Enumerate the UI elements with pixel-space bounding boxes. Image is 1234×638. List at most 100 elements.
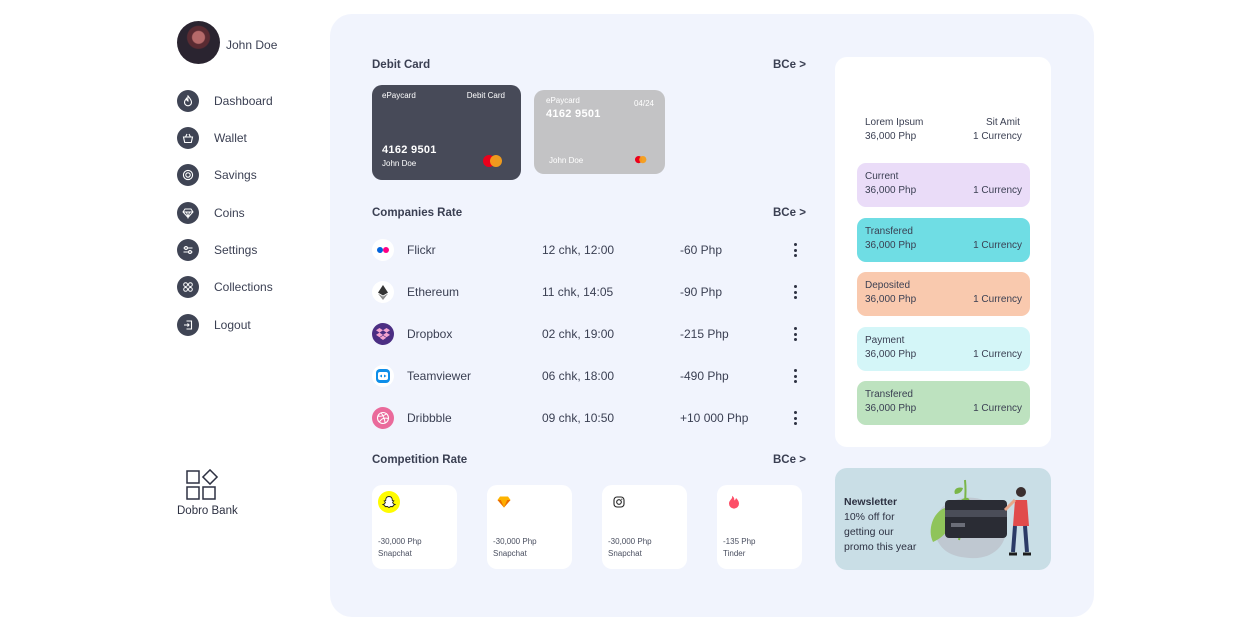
brand-logo <box>186 469 218 500</box>
company-name: Dropbox <box>407 327 453 341</box>
competition-amount: -135 Php <box>723 537 756 546</box>
sidebar-item-label: Collections <box>214 280 273 294</box>
mastercard-icon <box>483 155 503 167</box>
transaction-amount: 36,000 Php <box>865 403 917 414</box>
sidebar-item-settings[interactable]: Settings <box>177 239 327 261</box>
sidebar-item-label: Coins <box>214 206 245 220</box>
competition-amount: -30,000 Php <box>378 537 422 546</box>
company-name: Flickr <box>407 243 436 257</box>
more-options-icon[interactable] <box>792 411 798 425</box>
card-number: 4162 9501 <box>382 144 437 156</box>
transaction-card-transfered[interactable]: Transfered 36,000 Php 1 Currency <box>857 218 1030 262</box>
company-amount: -60 Php <box>680 243 723 257</box>
card-holder: John Doe <box>382 159 417 168</box>
card-number: 4162 9501 <box>546 108 601 120</box>
grid-icon <box>177 276 199 298</box>
transaction-label: Deposited <box>865 280 911 291</box>
competition-name: Snapchat <box>608 549 642 558</box>
transaction-card-deposited[interactable]: Deposited 36,000 Php 1 Currency <box>857 272 1030 316</box>
teamviewer-icon <box>372 365 394 387</box>
avatar[interactable] <box>177 21 220 64</box>
user-name: John Doe <box>226 38 278 52</box>
diamond-icon <box>177 202 199 224</box>
transaction-currency: 1 Currency <box>973 403 1022 414</box>
transaction-amount: 36,000 Php <box>865 294 917 305</box>
table-row[interactable]: Ethereum 11 chk, 14:05 -90 Php <box>372 281 804 303</box>
debit-card-secondary[interactable]: ePaycard 04/24 4162 9501 John Doe <box>534 90 665 174</box>
debit-card-more-link[interactable]: BCe > <box>773 59 806 71</box>
transaction-amount: 36,000 Php <box>865 240 917 251</box>
instagram-icon <box>608 491 630 513</box>
competition-card[interactable]: -30,000 Php Snapchat <box>487 485 572 569</box>
more-options-icon[interactable] <box>792 243 798 257</box>
transaction-amount: 36,000 Php <box>865 185 917 196</box>
card-expiry: 04/24 <box>633 99 654 108</box>
sidebar-item-collections[interactable]: Collections <box>177 276 327 298</box>
table-row[interactable]: Teamviewer 06 chk, 18:00 -490 Php <box>372 365 804 387</box>
transaction-label: Payment <box>865 335 905 346</box>
companies-rate-more-link[interactable]: BCe > <box>773 207 806 219</box>
sidebar-item-coins[interactable]: Coins <box>177 202 327 224</box>
transaction-label: Transfered <box>865 226 913 237</box>
transaction-currency: 1 Currency <box>973 349 1022 360</box>
card-type: Debit Card <box>466 91 505 100</box>
company-time: 11 chk, 14:05 <box>542 285 614 299</box>
company-name: Ethereum <box>407 285 460 299</box>
sidebar-item-logout[interactable]: Logout <box>177 314 327 336</box>
company-amount: -90 Php <box>680 285 723 299</box>
sidebar-item-label: Dashboard <box>214 94 273 108</box>
competition-name: Snapchat <box>378 549 412 558</box>
sidebar-item-dashboard[interactable]: Dashboard <box>177 90 327 112</box>
sidebar-item-label: Savings <box>214 168 257 182</box>
debit-card-title: Debit Card <box>372 59 431 71</box>
summary-left-label: Lorem Ipsum <box>865 117 924 128</box>
transaction-currency: 1 Currency <box>973 240 1022 251</box>
table-row[interactable]: Dribbble 09 chk, 10:50 +10 000 Php <box>372 407 804 429</box>
summary-right-amount: 1 Currency <box>973 131 1022 142</box>
debit-card-primary[interactable]: ePaycard Debit Card 4162 9501 John Doe <box>372 85 521 180</box>
competition-card[interactable]: -135 Php Tinder <box>717 485 802 569</box>
company-amount: -490 Php <box>680 369 729 383</box>
logout-icon <box>177 314 199 336</box>
company-amount: -215 Php <box>680 327 729 341</box>
competition-rate-more-link[interactable]: BCe > <box>773 454 806 466</box>
sidebar-item-savings[interactable]: Savings <box>177 164 327 186</box>
company-name: Teamviewer <box>407 369 472 383</box>
newsletter-line: 10% off for <box>844 511 895 523</box>
more-options-icon[interactable] <box>792 327 798 341</box>
newsletter-illustration <box>930 479 1031 559</box>
brand-name: Dobro Bank <box>177 505 238 517</box>
sliders-icon <box>177 239 199 261</box>
card-brand: ePaycard <box>382 91 416 100</box>
dribbble-icon <box>372 407 394 429</box>
company-time: 06 chk, 18:00 <box>542 369 615 383</box>
newsletter-line: getting our <box>844 526 894 538</box>
newsletter-line: promo this year <box>844 541 917 553</box>
transaction-currency: 1 Currency <box>973 185 1022 196</box>
transaction-card-current[interactable]: Current 36,000 Php 1 Currency <box>857 163 1030 207</box>
competition-amount: -30,000 Php <box>608 537 652 546</box>
more-options-icon[interactable] <box>792 285 798 299</box>
table-row[interactable]: Flickr 12 chk, 12:00 -60 Php <box>372 239 804 261</box>
mastercard-icon <box>635 156 647 164</box>
sidebar-item-wallet[interactable]: Wallet <box>177 127 327 149</box>
flickr-icon <box>372 239 394 261</box>
card-holder: John Doe <box>549 156 584 165</box>
company-time: 02 chk, 19:00 <box>542 327 615 341</box>
transaction-card-payment[interactable]: Payment 36,000 Php 1 Currency <box>857 327 1030 371</box>
company-time: 09 chk, 10:50 <box>542 411 615 425</box>
transaction-card-transfered-2[interactable]: Transfered 36,000 Php 1 Currency <box>857 381 1030 425</box>
competition-card[interactable]: -30,000 Php Snapchat <box>602 485 687 569</box>
competition-rate-title: Competition Rate <box>372 454 468 466</box>
more-options-icon[interactable] <box>792 369 798 383</box>
summary-left-amount: 36,000 Php <box>865 131 917 142</box>
table-row[interactable]: Dropbox 02 chk, 19:00 -215 Php <box>372 323 804 345</box>
competition-card[interactable]: -30,000 Php Snapchat <box>372 485 457 569</box>
target-icon <box>177 164 199 186</box>
newsletter-banner[interactable]: Newsletter 10% off for getting our promo… <box>835 468 1051 570</box>
transaction-label: Transfered <box>865 389 913 400</box>
flame-icon <box>177 90 199 112</box>
summary-right-label: Sit Amit <box>986 117 1020 128</box>
transaction-currency: 1 Currency <box>973 294 1022 305</box>
company-time: 12 chk, 12:00 <box>542 243 615 257</box>
